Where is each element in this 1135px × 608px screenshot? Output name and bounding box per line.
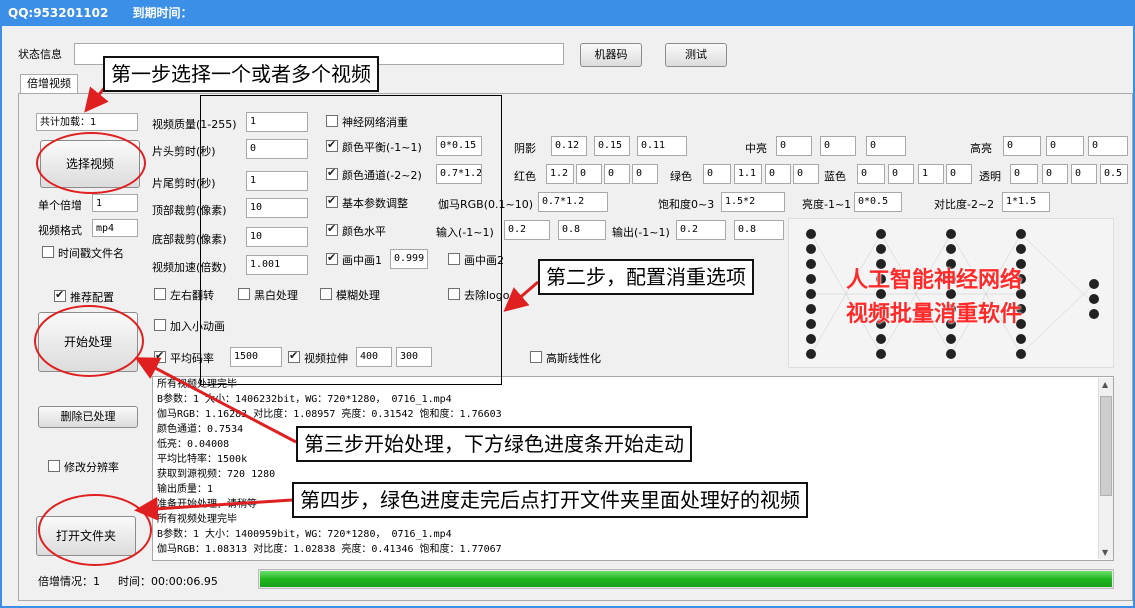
- callout-step2: 第二步，配置消重选项: [538, 259, 754, 295]
- arrow-step4: [140, 500, 292, 510]
- arrow-step2: [508, 282, 538, 308]
- callout-step3: 第三步开始处理，下方绿色进度条开始走动: [296, 426, 692, 462]
- callout-step1: 第一步选择一个或者多个视频: [103, 56, 379, 92]
- arrow-step3: [140, 360, 296, 442]
- callout-step4: 第四步，绿色进度走完后点打开文件夹里面处理好的视频: [292, 482, 808, 518]
